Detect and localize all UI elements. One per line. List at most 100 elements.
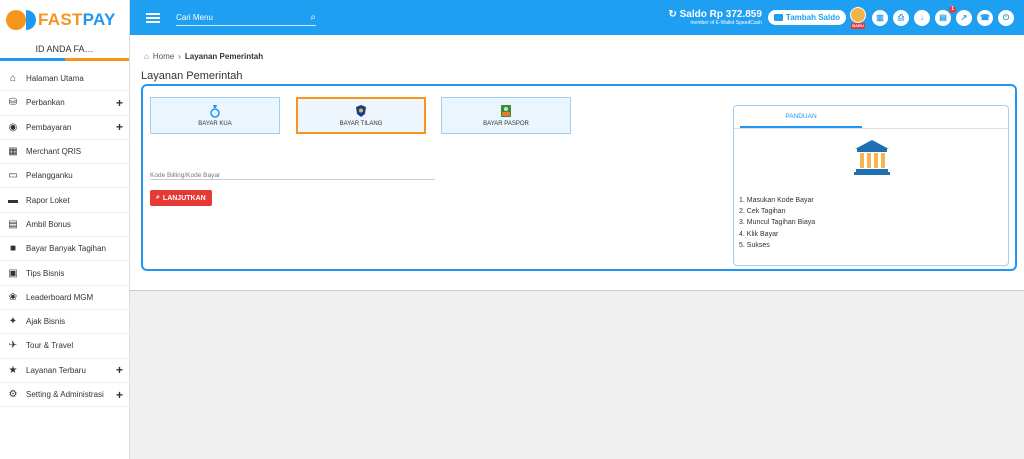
sidebar-item-layanan-terbaru[interactable]: ★ Layanan Terbaru + [0,359,129,383]
sidebar-item-leaderboard-mgm[interactable]: ❀ Leaderboard MGM [0,286,129,310]
ring-icon [210,105,220,118]
sidebar-item-label: Pelangganku [26,171,73,181]
balance-subtitle: member of E-Wallet SpeedCash [690,19,762,26]
sidebar-item-tour-travel[interactable]: ✈ Tour & Travel [0,334,129,359]
medal-badge-icon[interactable]: BARU [850,6,866,29]
balance-display[interactable]: ↻ Saldo Rp 372.859 member of E-Wallet Sp… [668,8,762,26]
fastpay-logo[interactable]: FASTPAY [0,0,129,40]
sidebar-item-merchant-qris[interactable]: ▦ Merchant QRIS [0,140,129,165]
sidebar-item-label: Tips Bisnis [26,268,65,278]
fastpay-logo-mark [6,9,36,31]
search-box: ⌕ [176,10,316,26]
sidebar-item-label: Layanan Terbaru [26,365,86,375]
handshake-icon: ✦ [8,316,18,328]
breadcrumb-current: Layanan Pemerintah [184,52,264,61]
home-icon[interactable]: ⌂ [144,52,149,61]
power-icon-glyph: ⏻ [1002,12,1010,22]
sidebar-item-pelangganku[interactable]: ▭ Pelangganku [0,164,129,189]
sidebar-item-label: Tour & Travel [26,341,74,351]
service-button-tilang[interactable]: BAYAR TILANG [296,97,426,134]
sidebar-item-label: Rapor Loket [26,195,70,205]
customers-icon: ▭ [8,170,18,182]
billing-field [150,164,435,180]
expand-plus-icon[interactable]: + [116,388,123,402]
bank-icon: ⛁ [8,97,18,109]
trophy-icon: ❀ [8,291,18,303]
cart-icon-glyph: ▤ [939,13,947,22]
sidebar-item-label: Bayar Banyak Tagihan [26,244,106,254]
sidebar-item-setting-administrasi[interactable]: ⚙ Setting & Administrasi + [0,383,129,408]
download-icon[interactable]: ↓ [914,9,930,26]
sidebar: FASTPAY ID ANDA FA… ⌂ Halaman Utama ⛁ Perba… [0,0,130,459]
guide-step: 4. Klik Bayar [739,230,779,238]
search-icon[interactable]: ⌕ [310,12,316,23]
sidebar-item-perbankan[interactable]: ⛁ Perbankan + [0,91,129,116]
breadcrumb: ⌂ Home › Layanan Pemerintah [144,52,263,61]
breadcrumb-home[interactable]: Home [153,52,174,61]
expand-plus-icon[interactable]: + [116,96,123,110]
account-divider [0,58,129,61]
payment-icon: ◉ [8,121,18,133]
star-icon: ★ [8,364,18,376]
main-content: ⌂ Home › Layanan Pemerintah Layanan Peme… [130,35,1024,291]
print-icon-glyph: ⎙ [897,12,905,22]
search-icon: ⌕ [156,194,160,201]
guide-step: 3. Muncul Tagihan Biaya [739,219,816,227]
billing-code-input[interactable] [150,172,435,179]
cart-icon[interactable]: ▤ 1 [935,5,956,26]
medal-tag: BARU [851,22,865,29]
chart-icon-glyph: ↗ [960,13,968,22]
sidebar-item-pembayaran[interactable]: ◉ Pembayaran + [0,116,129,140]
power-icon[interactable]: ⏻ [998,9,1014,26]
sidebar-item-halaman-utama[interactable]: ⌂ Halaman Utama [0,67,129,92]
settings-icon: ⚙ [8,389,18,400]
service-button-paspor[interactable]: BAYAR PASPOR [441,97,571,134]
support-icon-glyph: ☎ [980,13,990,22]
stats-icon-glyph: ▥ [876,13,884,22]
guide-step: 1. Masukan Kode Bayar [739,197,814,204]
chart-icon[interactable]: ↗ [956,9,972,26]
top-bar: ⌕ ↻ Saldo Rp 372.859 member of E-Wallet … [130,0,1024,35]
balance-amount: ↻ Saldo Rp 372.859 [668,8,762,20]
sidebar-item-ambil-bonus[interactable]: ▤ Ambil Bonus [0,213,129,238]
guide-step: 5. Sukses [739,241,770,249]
continue-label: LANJUTKAN [162,194,206,202]
service-button-kua[interactable]: BAYAR KUA [150,97,280,134]
continue-button[interactable]: ⌕ LANJUTKAN [150,190,212,206]
top-icon-group: ▥ ⎙ ↓ ▤ 1 ↗ ☎ ⏻ [872,5,1014,26]
report-icon: ▬ [8,194,18,206]
breadcrumb-separator: › [178,52,181,61]
page-title: Layanan Pemerintah [141,70,243,82]
print-icon[interactable]: ⎙ [893,9,909,26]
sidebar-item-label: Leaderboard MGM [26,292,94,302]
guide-step: 2. Cek Tagihan [739,208,786,216]
sidebar-item-bayar-banyak-tagihan[interactable]: ■ Bayar Banyak Tagihan [0,237,129,262]
service-panel: BAYAR KUA BAYAR TILANG BAYAR PASPOR ⌕ LA… [141,84,1017,271]
service-label: BAYAR KUA [198,121,232,127]
account-id: ID ANDA FA… [35,44,94,54]
police-badge-icon [356,105,366,117]
expand-plus-icon[interactable]: + [116,120,123,134]
topup-label: Tambah Saldo [785,13,840,22]
sidebar-item-rapor-loket[interactable]: ▬ Rapor Loket [0,188,129,213]
sidebar-item-ajak-bisnis[interactable]: ✦ Ajak Bisnis [0,310,129,335]
support-icon[interactable]: ☎ [977,9,993,26]
hamburger-menu-icon[interactable] [146,11,160,25]
government-building-icon [854,140,890,175]
search-input[interactable] [176,12,311,22]
notification-badge: 1 [949,5,956,13]
expand-plus-icon[interactable]: + [116,363,123,377]
sidebar-item-label: Setting & Administrasi [26,390,104,399]
stats-icon[interactable]: ▥ [872,9,888,26]
sidebar-item-tips-bisnis[interactable]: ▣ Tips Bisnis [0,261,129,286]
sidebar-item-label: Perbankan [26,98,65,108]
home-icon: ⌂ [9,73,17,85]
tab-panduan[interactable]: PANDUAN [740,106,862,128]
fastpay-logo-text: FASTPAY [38,10,116,29]
sidebar-item-label: Merchant QRIS [26,147,82,157]
download-icon-glyph: ↓ [920,13,924,22]
sidebar-item-label: Pembayaran [26,122,72,132]
topup-button[interactable]: Tambah Saldo [767,10,846,25]
sidebar-item-label: Ambil Bonus [26,219,71,229]
sidebar-menu: ⌂ Halaman Utama ⛁ Perbankan + ◉ Pembayaran + ▦ Me… [0,67,129,408]
